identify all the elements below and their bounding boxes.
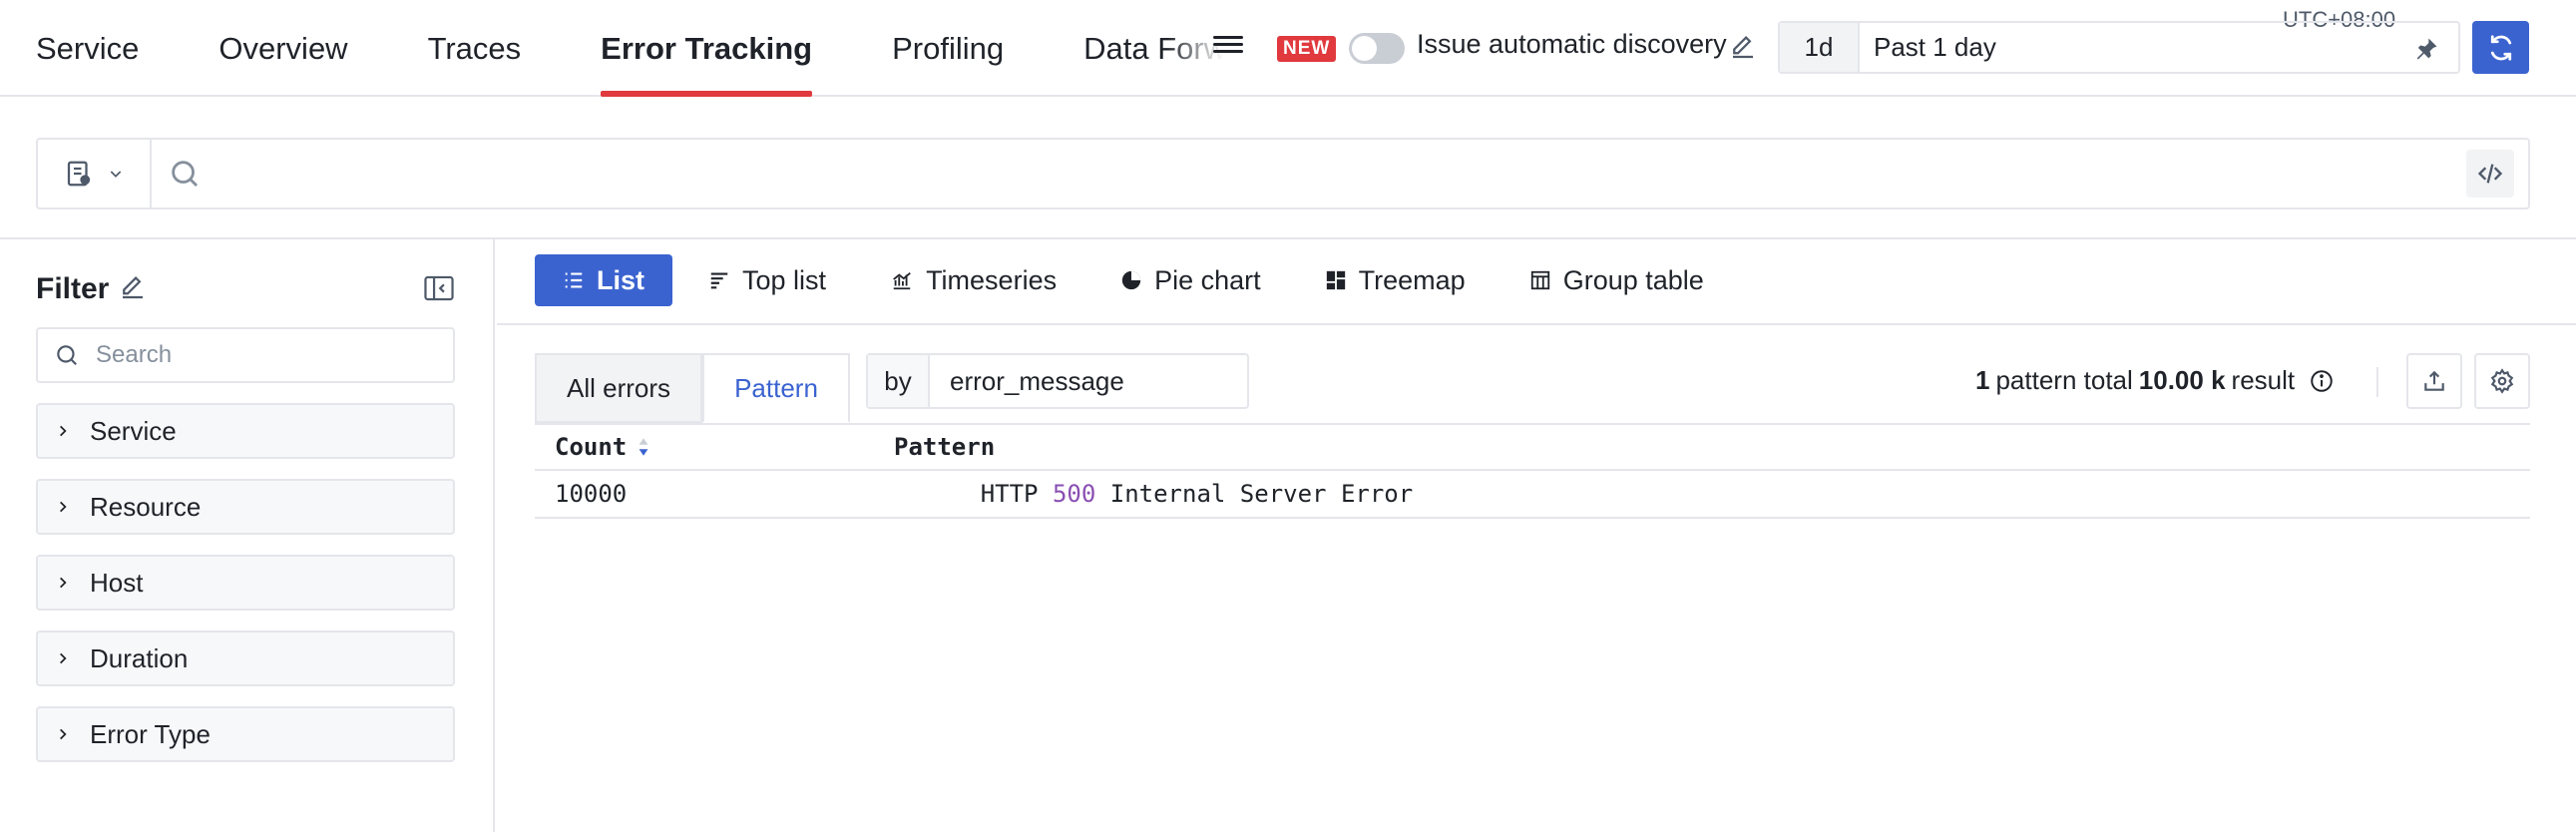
search-icon <box>57 345 77 365</box>
top-nav-bar: Service Overview Traces Error Tracking P… <box>0 0 2576 97</box>
refresh-button[interactable] <box>2472 21 2529 74</box>
filter-sidebar: Filter Service Resource Host Duration Er… <box>0 239 495 832</box>
group-by-field[interactable]: by error_message <box>866 353 1249 409</box>
summary-divider <box>2376 367 2378 397</box>
tab-service[interactable]: Service <box>36 0 139 97</box>
pattern-text: HTTP <box>980 480 1053 508</box>
tab-profiling[interactable]: Profiling <box>892 0 1004 97</box>
facet-label: Host <box>90 567 144 598</box>
document-icon <box>67 161 91 187</box>
treemap-icon <box>1326 270 1345 290</box>
by-label: by <box>868 355 930 407</box>
nav-tabs: Service Overview Traces Error Tracking P… <box>36 0 1223 97</box>
tab-traces[interactable]: Traces <box>428 0 522 97</box>
chevron-right-icon <box>60 728 67 740</box>
view-tab-pie-chart[interactable]: Pie chart <box>1092 254 1289 306</box>
count-cell: 10000 <box>555 480 628 508</box>
view-tab-label: Timeseries <box>926 264 1058 295</box>
query-bar <box>36 138 2530 209</box>
all-errors-tab[interactable]: All errors <box>535 353 702 423</box>
chevron-right-icon <box>60 577 67 589</box>
pattern-number-token: 500 <box>1052 480 1096 508</box>
chevron-right-icon <box>60 425 67 437</box>
view-tab-treemap[interactable]: Treemap <box>1297 254 1494 306</box>
view-tab-group-table[interactable]: Group table <box>1502 254 1732 306</box>
total-count: 10.00 k <box>2138 365 2226 395</box>
facet-label: Duration <box>90 642 189 673</box>
pattern-cell: HTTP 500 Internal Server Error <box>894 452 2530 536</box>
toplist-icon <box>710 272 728 289</box>
pattern-text: Internal Server Error <box>1095 480 1414 508</box>
filter-search[interactable] <box>36 327 455 383</box>
filter-search-input[interactable] <box>80 341 453 369</box>
facet-resource[interactable]: Resource <box>36 479 455 535</box>
export-button[interactable] <box>2406 353 2462 409</box>
table-row[interactable]: 10000 HTTP 500 Internal Server Error <box>535 471 2530 519</box>
summary-text: pattern total <box>1995 365 2133 395</box>
query-input[interactable] <box>202 140 2466 208</box>
tabs-divider <box>497 323 2576 325</box>
time-range-label[interactable]: Past 1 day <box>1860 32 2458 63</box>
collapse-sidebar-icon[interactable] <box>423 273 455 303</box>
code-mode-button[interactable] <box>2466 150 2514 198</box>
edit-icon[interactable] <box>118 272 148 302</box>
source-selector[interactable] <box>38 140 152 208</box>
tab-error-tracking[interactable]: Error Tracking <box>601 0 812 97</box>
pie-chart-icon <box>1121 270 1141 290</box>
view-tab-label: Pie chart <box>1154 264 1261 295</box>
more-menu-icon[interactable] <box>1213 32 1243 62</box>
view-tab-timeseries[interactable]: Timeseries <box>862 254 1084 306</box>
new-badge: NEW <box>1277 36 1337 62</box>
facet-service[interactable]: Service <box>36 403 455 459</box>
code-icon <box>2477 164 2503 184</box>
export-icon <box>2424 370 2444 391</box>
facet-host[interactable]: Host <box>36 555 455 611</box>
refresh-icon <box>2490 34 2511 61</box>
facet-error-type[interactable]: Error Type <box>36 706 455 762</box>
tab-overview[interactable]: Overview <box>218 0 347 97</box>
summary-text: result <box>2231 365 2296 395</box>
view-tab-label: List <box>597 264 645 295</box>
chevron-down-icon <box>110 171 122 178</box>
facet-label: Service <box>90 415 177 446</box>
view-tab-top-list[interactable]: Top list <box>680 254 854 306</box>
pattern-count: 1 <box>1975 365 1990 395</box>
edit-icon[interactable] <box>1728 32 1758 62</box>
view-tab-label: Top list <box>742 264 827 295</box>
chevron-right-icon <box>60 652 67 664</box>
tab-data-forwarding[interactable]: Data Forw <box>1083 0 1223 97</box>
time-range-short[interactable]: 1d <box>1780 23 1860 72</box>
discovery-toggle[interactable] <box>1349 33 1405 64</box>
pin-icon[interactable] <box>2412 35 2440 63</box>
time-range-picker[interactable]: 1d Past 1 day <box>1778 21 2460 74</box>
view-tab-list[interactable]: List <box>535 254 673 306</box>
list-icon <box>565 272 583 288</box>
filter-title: Filter <box>36 272 110 305</box>
chevron-right-icon <box>60 501 67 513</box>
facet-label: Error Type <box>90 718 211 749</box>
settings-button[interactable] <box>2474 353 2530 409</box>
gear-icon <box>2490 368 2514 394</box>
result-summary: 1 pattern total 10.00 k result <box>1975 365 2335 396</box>
discovery-label: Issue automatic discovery <box>1417 29 1727 59</box>
facet-duration[interactable]: Duration <box>36 630 455 686</box>
view-tab-label: Group table <box>1562 264 1704 295</box>
info-icon[interactable] <box>2309 368 2335 394</box>
sort-icon[interactable] <box>637 436 650 458</box>
count-column-header[interactable]: Count <box>535 433 894 461</box>
group-by-value[interactable]: error_message <box>930 366 1124 397</box>
group-table-icon <box>1530 270 1549 290</box>
view-tab-label: Treemap <box>1358 264 1466 295</box>
pattern-tab[interactable]: Pattern <box>702 353 850 423</box>
count-header-label: Count <box>555 433 628 461</box>
timeseries-icon <box>893 271 911 290</box>
search-icon <box>172 161 199 188</box>
pattern-table: Count Pattern 10000 HTTP 500 Internal Se… <box>535 423 2530 519</box>
view-tabs: List Top list Timeseries Pie chart Treem… <box>535 254 1740 306</box>
facet-label: Resource <box>90 491 202 522</box>
